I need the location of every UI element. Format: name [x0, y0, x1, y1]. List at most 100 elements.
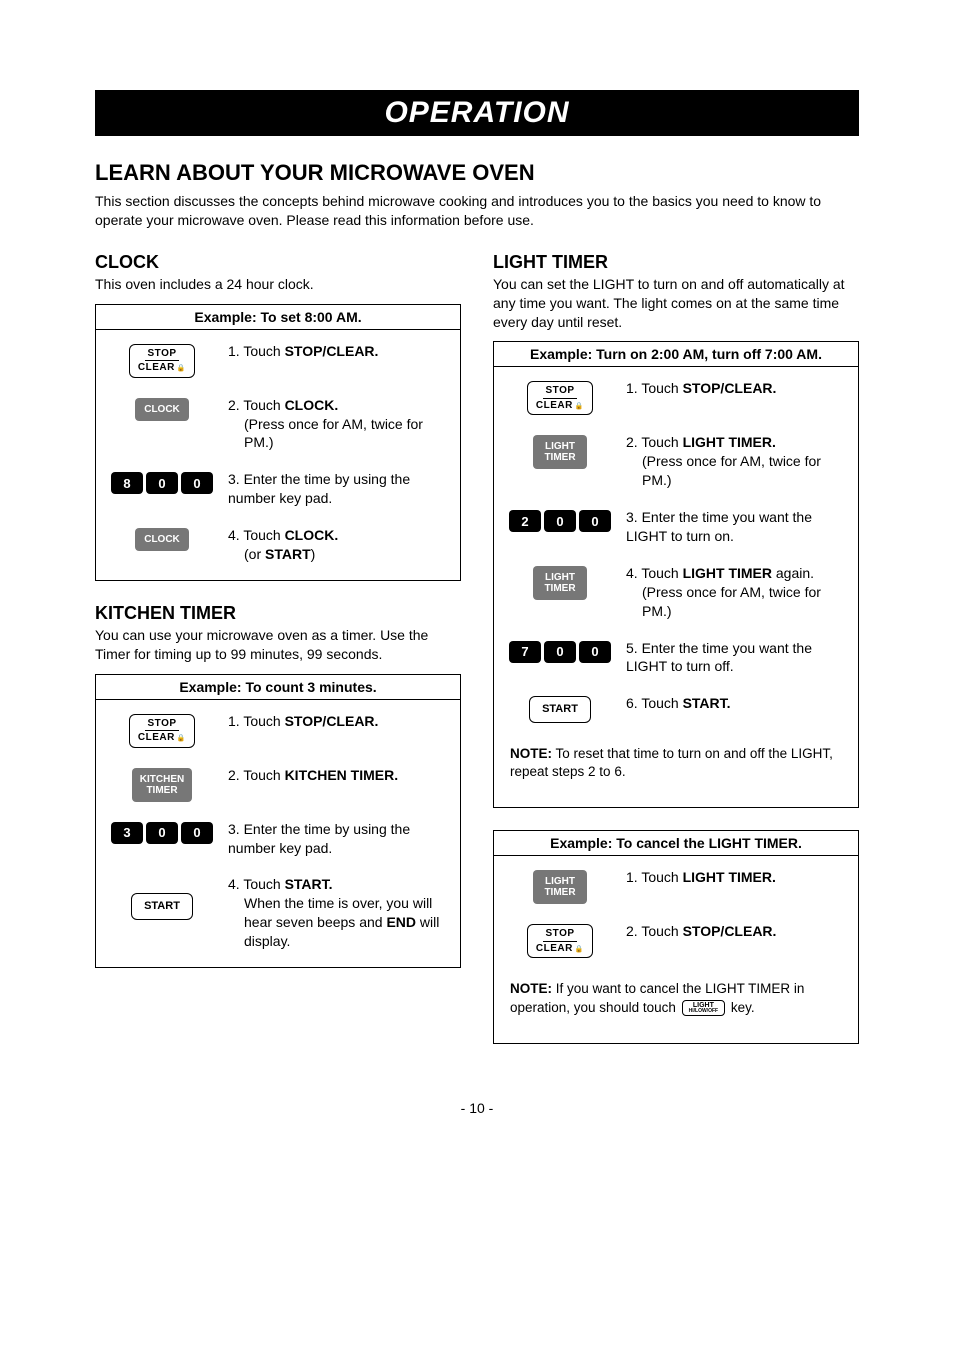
- stop-label: STOP: [543, 385, 576, 399]
- step-bold: KITCHEN TIMER.: [285, 767, 399, 783]
- two-column-layout: CLOCK This oven includes a 24 hour clock…: [95, 252, 859, 1066]
- kitchen-desc: You can use your microwave oven as a tim…: [95, 626, 461, 664]
- step-text: 2. Touch: [228, 767, 285, 783]
- clock-step-2: CLOCK 2. Touch CLOCK.(Press once for AM,…: [106, 396, 450, 453]
- page-number: - 10 -: [95, 1100, 859, 1116]
- lock-icon: [575, 400, 584, 412]
- light-step-4: LIGHT TIMER 4. Touch LIGHT TIMER again.(…: [504, 564, 848, 621]
- light-example-body: STOP CLEAR 1. Touch STOP/CLEAR. LIGHT TI…: [494, 367, 858, 807]
- step-bold: STOP/CLEAR.: [683, 380, 777, 396]
- start-label: START: [542, 703, 578, 716]
- start-button: START: [529, 696, 591, 723]
- numkey-3: 3: [111, 822, 143, 844]
- step-bold: LIGHT TIMER.: [683, 434, 776, 450]
- step-text: 4. Touch: [228, 527, 285, 543]
- step-text: 3. Enter the time you want the LIGHT to …: [626, 508, 848, 546]
- step-sub: (Press once for AM, twice for PM.): [626, 452, 848, 490]
- clock-heading: CLOCK: [95, 252, 461, 273]
- intro-text: This section discusses the concepts behi…: [95, 192, 859, 230]
- step-text: 1. Touch: [626, 869, 683, 885]
- step-bold: START.: [683, 695, 731, 711]
- light-step-6: START 6. Touch START.: [504, 694, 848, 723]
- clock-step-1: STOP CLEAR 1. Touch STOP/CLEAR.: [106, 342, 450, 378]
- numkey-0: 0: [181, 822, 213, 844]
- numkey-0: 0: [579, 641, 611, 663]
- kitchen-timer-button: KITCHEN TIMER: [132, 768, 192, 802]
- kitchen-step-2: KITCHEN TIMER 2. Touch KITCHEN TIMER.: [106, 766, 450, 802]
- step-text: 1. Touch: [228, 713, 285, 729]
- light-step-2: LIGHT TIMER 2. Touch LIGHT TIMER. (Press …: [504, 433, 848, 490]
- cancel-example-box: Example: To cancel the LIGHT TIMER. LIGH…: [493, 830, 859, 1043]
- btn-line2: TIMER: [544, 887, 575, 898]
- light-example-title: Example: Turn on 2:00 AM, turn off 7:00 …: [494, 342, 858, 367]
- cancel-note: NOTE: If you want to cancel the LIGHT TI…: [504, 976, 848, 1026]
- cancel-example-body: LIGHT TIMER 1. Touch LIGHT TIMER. STOP C…: [494, 856, 858, 1042]
- numkey-2: 2: [509, 510, 541, 532]
- step-text: 2. Touch: [626, 434, 683, 450]
- clock-step-3: 8 0 0 3. Enter the time by using the num…: [106, 470, 450, 508]
- stop-clear-button: STOP CLEAR: [129, 344, 195, 378]
- light-hilowoff-key: LIGHTHI/LOW/OFF: [682, 1000, 725, 1016]
- start-label: START: [144, 900, 180, 913]
- note-text: If you want to cancel the LIGHT TIMER in…: [510, 981, 804, 1014]
- step-text: 4. Touch: [228, 876, 285, 892]
- step-text: 2. Touch: [626, 923, 683, 939]
- numkey-0: 0: [146, 472, 178, 494]
- numkey-0: 0: [181, 472, 213, 494]
- light-step-3: 2 0 0 3. Enter the time you want the LIG…: [504, 508, 848, 546]
- step-sub: (Press once for AM, twice for PM.): [228, 415, 450, 453]
- note-bold: NOTE:: [510, 746, 552, 761]
- light-note: NOTE: To reset that time to turn on and …: [504, 741, 848, 791]
- cancel-example-title: Example: To cancel the LIGHT TIMER.: [494, 831, 858, 856]
- numkey-7: 7: [509, 641, 541, 663]
- light-step-1: STOP CLEAR 1. Touch STOP/CLEAR.: [504, 379, 848, 415]
- btn-line1: LIGHT: [545, 441, 575, 452]
- light-step-5: 7 0 0 5. Enter the time you want the LIG…: [504, 639, 848, 677]
- step-sub: (or: [244, 546, 265, 562]
- clock-example-box: Example: To set 8:00 AM. STOP CLEAR 1. T…: [95, 304, 461, 581]
- page-banner: OPERATION: [95, 90, 859, 136]
- step-text: 4. Touch: [626, 565, 683, 581]
- step-text: 2. Touch: [228, 397, 285, 413]
- step-bold: LIGHT TIMER: [683, 565, 772, 581]
- numkey-8: 8: [111, 472, 143, 494]
- step-text: 3. Enter the time by using the number ke…: [228, 820, 450, 858]
- light-timer-button: LIGHT TIMER: [533, 566, 587, 600]
- step-text: 5. Enter the time you want the LIGHT to …: [626, 639, 848, 677]
- note-text: key.: [727, 1000, 755, 1015]
- step-sub: ): [311, 546, 316, 562]
- clock-button: CLOCK: [135, 398, 189, 421]
- stop-clear-button: STOP CLEAR: [527, 381, 593, 415]
- kitchen-step-4: START 4. Touch START.When the time is ov…: [106, 875, 450, 951]
- lock-icon: [177, 362, 186, 374]
- btn-line2: TIMER: [146, 785, 177, 796]
- cancel-step-2: STOP CLEAR 2. Touch STOP/CLEAR.: [504, 922, 848, 958]
- step-text: 1. Touch: [626, 380, 683, 396]
- clock-example-title: Example: To set 8:00 AM.: [96, 305, 460, 330]
- stop-label: STOP: [145, 718, 178, 732]
- light-example-box: Example: Turn on 2:00 AM, turn off 7:00 …: [493, 341, 859, 808]
- kitchen-heading: KITCHEN TIMER: [95, 603, 461, 624]
- stop-clear-button: STOP CLEAR: [129, 714, 195, 748]
- step-bold: CLOCK.: [285, 527, 339, 543]
- step-bold: STOP/CLEAR.: [683, 923, 777, 939]
- note-bold: NOTE:: [510, 981, 552, 996]
- step-text: 1. Touch: [228, 343, 285, 359]
- step-text: again.: [772, 565, 814, 581]
- btn-line1: KITCHEN: [140, 774, 184, 785]
- lock-icon: [177, 732, 186, 744]
- step-bold: START.: [285, 876, 333, 892]
- light-heading: LIGHT TIMER: [493, 252, 859, 273]
- clock-example-body: STOP CLEAR 1. Touch STOP/CLEAR. CLOCK 2.…: [96, 330, 460, 580]
- stop-clear-button: STOP CLEAR: [527, 924, 593, 958]
- step-bold: STOP/CLEAR.: [285, 713, 379, 729]
- ik-line2: HI/LOW/OFF: [689, 1009, 718, 1014]
- clear-label: CLEAR: [536, 400, 573, 412]
- step-sub-bold: START: [265, 546, 311, 562]
- start-button: START: [131, 893, 193, 920]
- kitchen-example-title: Example: To count 3 minutes.: [96, 675, 460, 700]
- btn-line2: TIMER: [544, 452, 575, 463]
- step-bold: STOP/CLEAR.: [285, 343, 379, 359]
- light-desc: You can set the LIGHT to turn on and off…: [493, 275, 859, 332]
- main-heading: LEARN ABOUT YOUR MICROWAVE OVEN: [95, 160, 859, 186]
